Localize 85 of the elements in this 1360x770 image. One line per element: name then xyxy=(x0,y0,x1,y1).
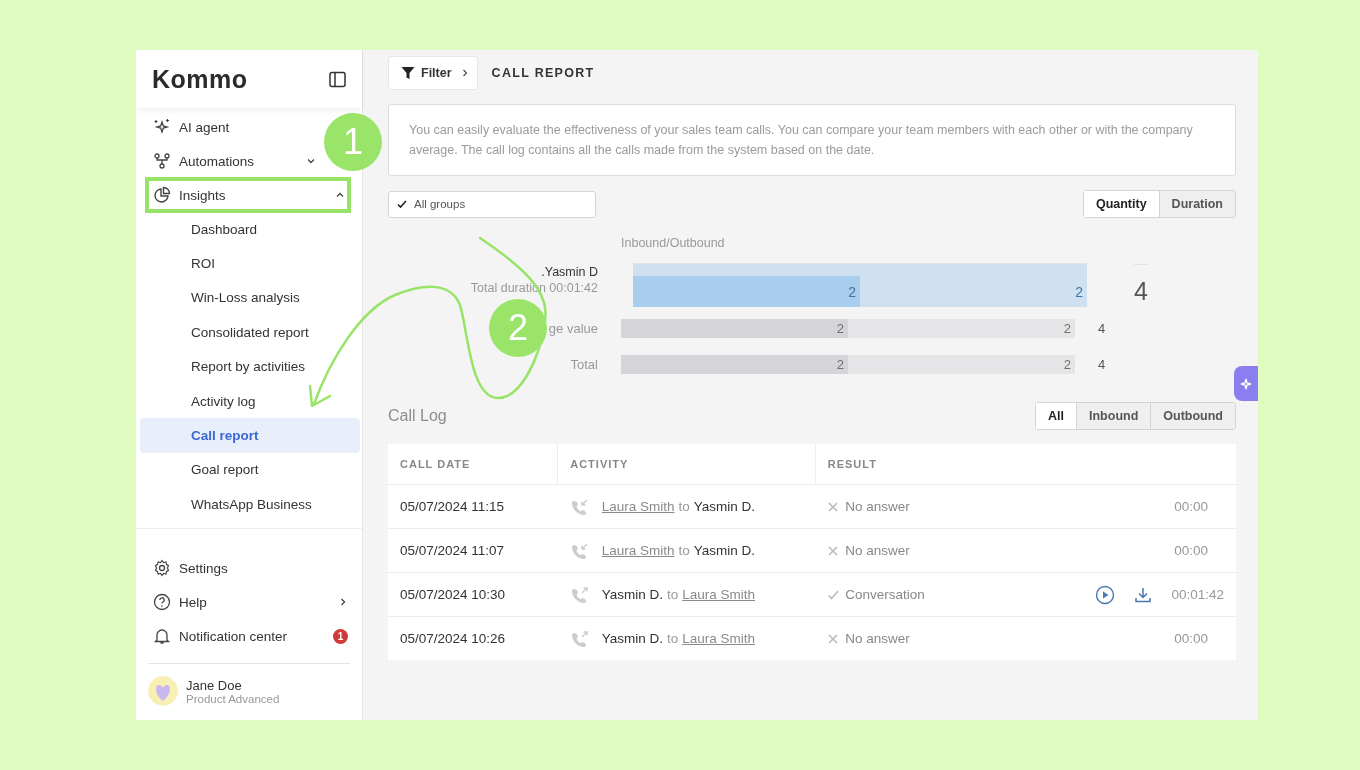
user-name: Yasmin D. xyxy=(693,543,756,558)
chevron-right-icon[interactable] xyxy=(338,597,348,607)
inbound-bar: 2 xyxy=(633,276,860,307)
user-name: Yasmin D. xyxy=(693,499,756,514)
ai-assistant-button[interactable] xyxy=(1234,366,1258,401)
filter-icon xyxy=(401,66,415,80)
nav-subitem[interactable]: WhatsApp Business xyxy=(140,487,360,522)
chevron-down-icon[interactable] xyxy=(306,156,316,166)
step-badge: 1 xyxy=(324,113,382,171)
page-title: CALL REPORT xyxy=(491,66,595,80)
nav-item[interactable]: Settings xyxy=(136,551,362,585)
table-cell: 05/07/2024 11:15 xyxy=(388,484,558,529)
duration-text: 00:00 xyxy=(1174,631,1209,646)
inbound-bar: 2 xyxy=(621,318,848,338)
nav-item[interactable]: Notification center 1 xyxy=(136,619,362,653)
nav-item[interactable]: Automations xyxy=(136,144,320,178)
groups-select[interactable]: All groups xyxy=(388,190,596,218)
nav-subitem[interactable]: Win-Loss analysis xyxy=(140,280,360,316)
joiner-text: to xyxy=(678,543,690,558)
table-cell: 05/07/2024 11:07 xyxy=(388,528,558,573)
filter-tab[interactable]: Outbound xyxy=(1150,403,1235,429)
total-value: 4 xyxy=(1098,356,1106,372)
joiner-text: to xyxy=(678,499,690,514)
nav-subitem[interactable]: Activity log xyxy=(140,383,360,419)
help-icon xyxy=(153,593,171,611)
nav-subitem[interactable]: Goal report xyxy=(140,452,360,488)
nav-subitem[interactable]: Consolidated report xyxy=(140,315,360,350)
user-name: Yasmin D. xyxy=(601,587,663,602)
sidebar-toggle-icon[interactable] xyxy=(329,70,346,88)
joiner-text: to xyxy=(667,587,679,602)
contact-link[interactable]: Laura Smith xyxy=(682,587,756,602)
nav-subitem[interactable]: Dashboard xyxy=(140,212,360,247)
result-text: No answer xyxy=(845,499,910,514)
play-icon[interactable] xyxy=(1095,584,1116,605)
user-name: Yasmin D. xyxy=(601,631,663,646)
user-name: Jane Doe xyxy=(186,677,243,693)
outbound-value: 2 xyxy=(1063,321,1072,335)
row-label: ge value xyxy=(548,320,598,336)
duration-text: 00:00 xyxy=(1174,543,1209,558)
inbound-bar: 2 xyxy=(621,354,848,374)
chevron-up-icon[interactable] xyxy=(335,190,345,200)
nav-item[interactable]: AI agent xyxy=(136,110,320,144)
checkbox[interactable] xyxy=(396,198,408,210)
settings-icon xyxy=(153,559,171,577)
column-header: RESULT xyxy=(815,444,1236,485)
user-plan: Product Advanced xyxy=(186,692,280,705)
row-label: Total xyxy=(570,356,598,372)
total-value: 4 xyxy=(1098,320,1106,336)
result-text: No answer xyxy=(845,543,910,558)
filter-tab[interactable]: All xyxy=(1036,403,1076,429)
nav-subitem[interactable]: ROI xyxy=(140,246,360,281)
contact-link[interactable]: Laura Smith xyxy=(601,543,675,558)
nav-subitem[interactable]: Call report xyxy=(140,418,360,453)
contact-link[interactable]: Laura Smith xyxy=(682,631,756,646)
chevron-right-icon xyxy=(460,69,469,77)
outbound-value: 2 xyxy=(1075,284,1084,299)
column-header: CALL DATE xyxy=(388,444,558,485)
filter-button[interactable]: Filter xyxy=(388,56,478,90)
notification-badge: 1 xyxy=(333,628,348,644)
step-badge: 2 xyxy=(489,299,547,357)
duration-text: 00:01:42 xyxy=(1171,587,1224,602)
joiner-text: to xyxy=(667,631,679,646)
kommo-logo: Kommo xyxy=(152,64,248,94)
mode-tab[interactable]: Duration xyxy=(1158,191,1235,217)
total-value: 4 xyxy=(1134,264,1148,306)
column-header: ACTIVITY xyxy=(557,444,816,485)
pie-chart-icon xyxy=(153,186,171,204)
chart-heading: Inbound/Outbound xyxy=(621,236,725,250)
mode-tab[interactable]: Quantity xyxy=(1083,191,1159,217)
sparkle-icon xyxy=(153,118,171,136)
table-cell: 05/07/2024 10:26 xyxy=(388,616,558,660)
contact-link[interactable]: Laura Smith xyxy=(601,499,675,514)
result-text: Conversation xyxy=(845,587,925,602)
description-text: You can easily evaluate the effectiveness of your sales team calls. You can compare your team members with each other or with the company average. The call log contains all the calls made from the system based on the date. xyxy=(388,104,1236,176)
result-text: No answer xyxy=(845,631,910,646)
bell-icon xyxy=(153,627,171,645)
nav-item[interactable]: Insights xyxy=(146,178,350,212)
nav-item[interactable]: Help xyxy=(136,585,362,619)
table-cell: 05/07/2024 10:30 xyxy=(388,572,558,617)
duration-text: 00:00 xyxy=(1174,499,1209,514)
flow-icon xyxy=(153,152,171,170)
user-label: .Yasmin D xyxy=(541,265,598,279)
nav-subitem[interactable]: Report by activities xyxy=(140,349,360,384)
outbound-value: 2 xyxy=(1063,357,1072,371)
section-title: Call Log xyxy=(388,407,447,425)
